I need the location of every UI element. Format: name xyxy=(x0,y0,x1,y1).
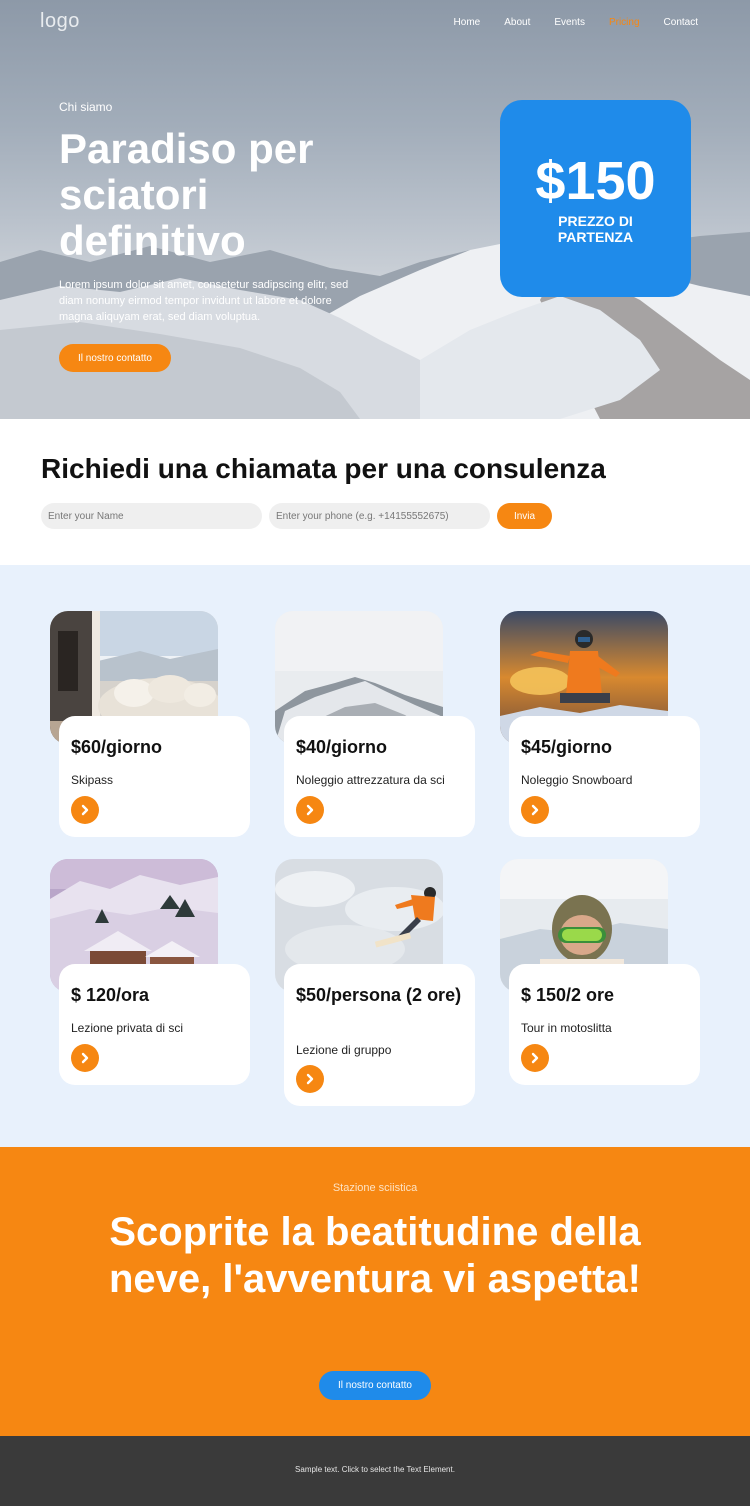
arrow-right-icon[interactable] xyxy=(71,1044,99,1072)
offer-card-body: $40/giorno Noleggio attrezzatura da sci xyxy=(284,716,475,837)
consultation-title: Richiedi una chiamata per una consulenza xyxy=(41,453,606,484)
nav-home[interactable]: Home xyxy=(454,17,481,28)
offer-label: Lezione privata di sci xyxy=(71,1021,184,1035)
starting-price: $150 xyxy=(535,150,656,211)
offer-price: $60/giorno xyxy=(71,737,163,757)
starting-price-card: $150 PREZZO DI PARTENZA xyxy=(500,100,691,297)
offer-price: $ 120/ora xyxy=(71,985,150,1005)
pricing-cards-section: $60/giorno Skipass $40/giorno Noleggio a… xyxy=(0,565,750,1147)
offer-label: Lezione di gruppo xyxy=(296,1043,392,1057)
arrow-right-icon[interactable] xyxy=(521,1044,549,1072)
hero-title: Paradiso per sciatori definitivo xyxy=(59,125,314,264)
promo-section: Stazione sciistica Scoprite la beatitudi… xyxy=(0,1147,750,1436)
offer-price: $45/giorno xyxy=(521,737,613,757)
offer-label: Noleggio attrezzatura da sci xyxy=(296,773,445,787)
offer-label: Noleggio Snowboard xyxy=(521,773,633,787)
offer-price: $ 150/2 ore xyxy=(521,985,615,1005)
nav-about[interactable]: About xyxy=(504,17,530,28)
offer-price: $40/giorno xyxy=(296,737,388,757)
nav-pricing[interactable]: Pricing xyxy=(609,17,640,28)
consultation-section: Richiedi una chiamata per una consulenza… xyxy=(0,419,750,565)
promo-contact-button[interactable]: Il nostro contatto xyxy=(319,1371,431,1400)
offer-card-body: $60/giorno Skipass xyxy=(59,716,250,837)
offer-card-body: $45/giorno Noleggio Snowboard xyxy=(509,716,700,837)
offer-price: $50/persona (2 ore) xyxy=(296,985,462,1005)
arrow-right-icon[interactable] xyxy=(71,796,99,824)
phone-input[interactable] xyxy=(269,503,490,529)
hero-eyebrow: Chi siamo xyxy=(59,100,113,114)
main-nav: Home About Events Pricing Contact xyxy=(454,17,698,28)
arrow-right-icon[interactable] xyxy=(296,796,324,824)
hero-contact-button[interactable]: Il nostro contatto xyxy=(59,344,171,372)
logo[interactable]: logo xyxy=(40,10,80,33)
nav-events[interactable]: Events xyxy=(554,17,585,28)
submit-button[interactable]: Invia xyxy=(497,503,552,529)
promo-title: Scoprite la beatitudine della neve, l'av… xyxy=(109,1210,641,1301)
footer-text[interactable]: Sample text. Click to select the Text El… xyxy=(0,1465,750,1474)
offer-card-body: $ 120/ora Lezione privata di sci xyxy=(59,964,250,1085)
starting-price-label: PREZZO DI PARTENZA xyxy=(557,212,634,245)
promo-eyebrow: Stazione sciistica xyxy=(332,1182,418,1194)
hero-description: Lorem ipsum dolor sit amet, consetetur s… xyxy=(59,279,349,323)
arrow-right-icon[interactable] xyxy=(296,1065,324,1093)
offer-label: Skipass xyxy=(71,773,114,787)
offer-label: Tour in motoslitta xyxy=(521,1021,612,1035)
arrow-right-icon[interactable] xyxy=(521,796,549,824)
nav-contact[interactable]: Contact xyxy=(664,17,698,28)
offer-card-body: $50/persona (2 ore) Lezione di gruppo xyxy=(284,964,475,1106)
hero-section: logo Home About Events Pricing Contact C… xyxy=(0,0,750,419)
name-input[interactable] xyxy=(41,503,262,529)
offer-card-body: $ 150/2 ore Tour in motoslitta xyxy=(509,964,700,1085)
footer: Sample text. Click to select the Text El… xyxy=(0,1436,750,1506)
